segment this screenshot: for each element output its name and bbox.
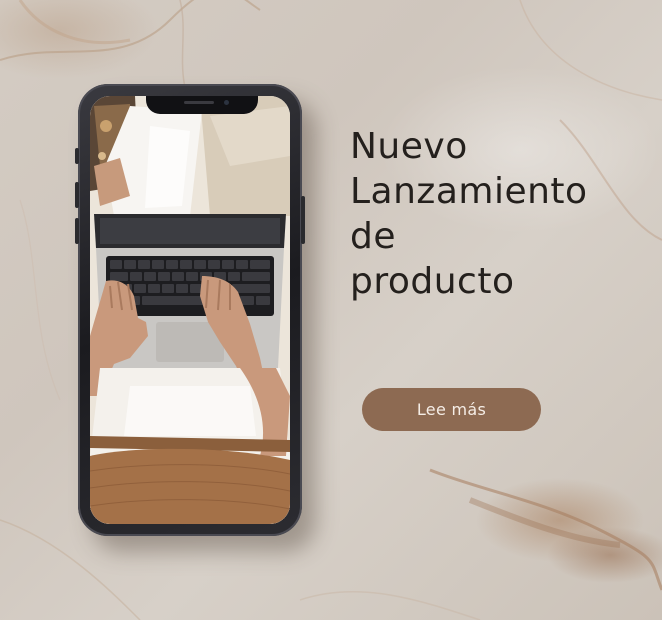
power-button	[301, 196, 305, 244]
laptop-typing-photo	[90, 96, 290, 524]
headline-line-2: Lanzamiento	[350, 171, 588, 212]
phone-notch	[146, 96, 258, 114]
speaker-icon	[184, 101, 214, 104]
headline-line-1: Nuevo	[350, 126, 468, 167]
smartphone-mockup	[75, 84, 305, 536]
promo-banner: Nuevo Lanzamiento de producto Lee más	[0, 0, 662, 620]
camera-icon	[224, 100, 229, 105]
headline-line-3: de	[350, 216, 396, 257]
phone-screen	[90, 96, 290, 524]
silent-switch	[75, 148, 79, 164]
volume-down-button	[75, 218, 79, 244]
headline-line-4: producto	[350, 261, 515, 302]
headline: Nuevo Lanzamiento de producto	[350, 124, 650, 304]
read-more-button[interactable]: Lee más	[362, 388, 541, 431]
volume-up-button	[75, 182, 79, 208]
